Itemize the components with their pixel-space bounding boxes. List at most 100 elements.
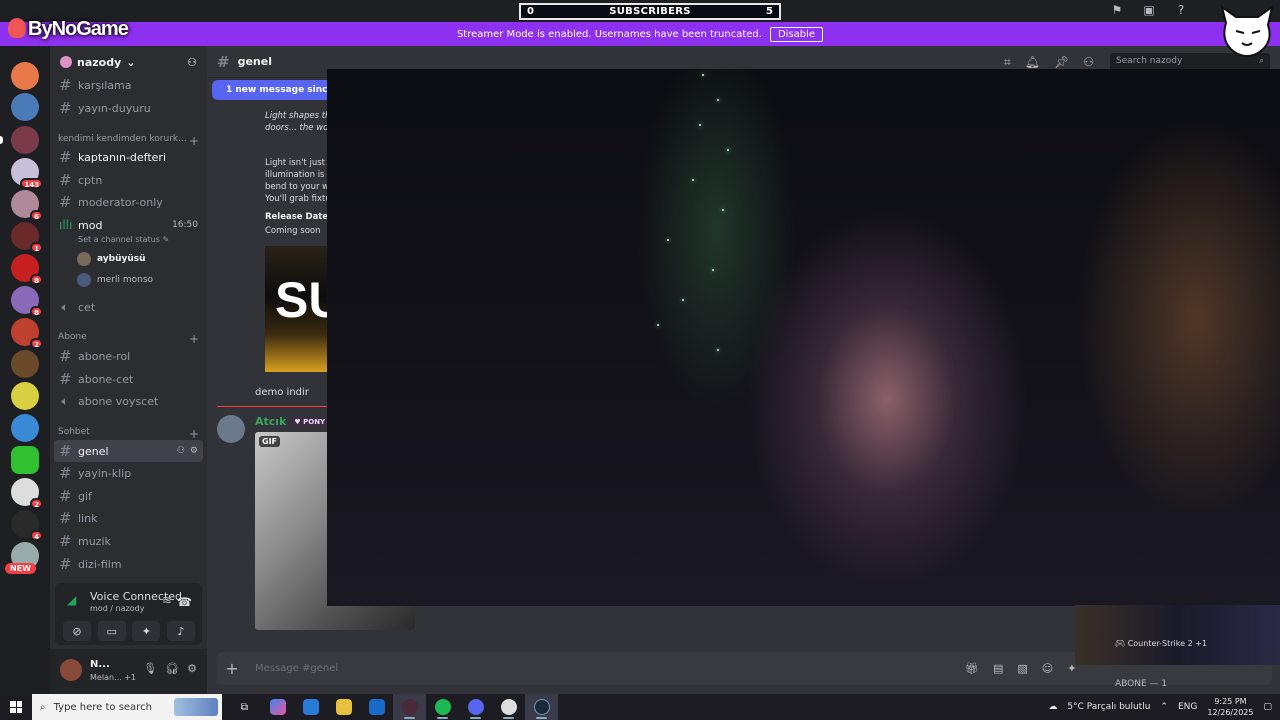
noise-suppression-icon[interactable]: ≋ [162,593,172,607]
embed-text: Light shapes th [265,111,327,121]
channel-muzik[interactable]: # muzik [54,530,203,552]
clock[interactable]: 9:25 PM 12/26/2025 [1207,696,1253,718]
category-abone[interactable]: Abone + [58,332,203,346]
channel-abone-rol[interactable]: # abone-rol [54,345,203,367]
chrome-button[interactable] [492,694,525,720]
start-button[interactable] [0,694,32,720]
channel-link[interactable]: # link [54,507,203,529]
channel-gif[interactable]: # gif [54,485,203,507]
server-icon[interactable]: 143 [11,158,43,189]
channel-yayin-klip[interactable]: # yayin-klip [54,462,203,484]
server-icon[interactable] [11,414,39,442]
add-member-icon[interactable]: ⚇ [187,56,197,69]
discord-icon [467,699,484,715]
invite-icon[interactable]: ⚇ [177,446,185,456]
weather-icon[interactable]: ☁ [1048,702,1057,712]
task-view-button[interactable]: ⧉ [228,694,261,720]
voice-user[interactable]: aybüyüsü [77,252,146,266]
file-explorer-button[interactable] [327,694,360,720]
language-indicator[interactable]: ENG [1178,702,1197,712]
channel-cptn[interactable]: # cptn [54,169,203,191]
pin-icon[interactable]: 📌︎ [1054,55,1069,70]
gear-icon[interactable]: ⚙ [187,662,197,675]
notification-icon[interactable]: ▢ [1263,702,1272,712]
server-icon[interactable] [11,350,39,378]
microphone-icon[interactable]: 🎙︎ [143,662,157,675]
voice-channel-abone-voyscet[interactable]: 🔈︎ abone voyscet [54,390,203,412]
system-tray: ☁ 5°C Parçalı bulutlu ⌃ ENG 9:25 PM 12/26… [1048,694,1280,720]
outlook-button[interactable] [360,694,393,720]
gear-icon[interactable]: ⚙ [190,446,198,456]
screen-share-icon[interactable]: ▭ [97,621,126,641]
user-panel: N... Melan... +1 🎙︎ 🎧︎ ⚙ [50,649,207,694]
message-author[interactable]: Atcık ♥ PONY [255,415,329,428]
discord-button[interactable] [459,694,492,720]
signal-icon[interactable]: ◢ [67,593,76,607]
avatar[interactable] [60,659,82,681]
members-icon[interactable]: ⚇ [1083,55,1094,70]
server-icon[interactable]: 2 [11,318,43,349]
sticker-icon[interactable]: ▧ [1017,662,1027,675]
headphones-icon[interactable]: 🎧︎ [165,662,179,675]
tree-light [727,149,729,151]
server-icon[interactable] [11,62,39,90]
chevron-up-icon[interactable]: ⌃ [1160,702,1168,712]
camera-off-icon[interactable]: ⊘ [63,621,91,641]
channel-status[interactable]: Set a channel status ✎ [78,235,169,244]
flag-icon[interactable]: ⚑ [1110,3,1124,17]
tree-light [699,124,701,126]
category-sohbet[interactable]: Sohbet + [58,427,203,441]
activities-icon[interactable]: ✦ [132,621,161,641]
disconnect-icon[interactable]: ☎ [177,595,192,609]
copilot-button[interactable] [261,694,294,720]
server-icon[interactable] [11,93,39,121]
plus-icon[interactable]: + [189,427,199,441]
server-icon[interactable]: 8 [11,254,43,285]
help-icon[interactable]: ? [1174,3,1188,17]
voice-channel-cet[interactable]: 🔈︎ cet [54,296,203,318]
new-messages-bar[interactable]: 1 new message since 9:24 [212,80,330,100]
taskbar-search[interactable]: ⌕ Type here to search [32,694,222,720]
stream-preview-strip[interactable]: 🎮︎ Counter-Strike 2 +1 [1075,605,1280,665]
gif-picker-icon[interactable]: ▤ [993,662,1003,675]
threads-icon[interactable]: ⌗ [1004,55,1011,70]
server-icon[interactable]: 6 [11,190,43,221]
user-name[interactable]: N... [90,659,110,670]
server-icon[interactable] [11,126,39,154]
new-servers-badge[interactable]: NEW [5,563,36,574]
channel-yayin-duyuru[interactable]: # yayın-duyuru [54,97,203,119]
kick-server-icon[interactable] [11,446,39,474]
server-icon[interactable]: 4 [11,510,43,541]
channel-dizi-film[interactable]: # dizi-film [54,553,203,575]
avatar[interactable] [217,415,245,443]
server-icon[interactable]: 1 [11,222,43,253]
embed-field-label: Release Date [265,212,327,222]
voice-user[interactable]: merli monso [77,273,153,287]
bell-icon[interactable]: 🔔︎ [1025,55,1040,70]
obs-button[interactable] [393,694,426,720]
plus-icon[interactable]: + [189,332,199,346]
add-attachment-icon[interactable]: + [217,659,247,678]
soundboard-icon[interactable]: ♪ [166,621,195,641]
channel-kaptanin-defteri[interactable]: # kaptanın-defteri [54,146,203,168]
emoji-icon[interactable]: ☺ [1042,662,1053,675]
voice-location[interactable]: mod / nazody [90,604,144,613]
voice-channel-mod[interactable]: ıllı mod 16:50 [54,214,203,236]
server-icon[interactable]: 2 [11,478,43,509]
message-input[interactable]: Message #genel [255,663,338,674]
channel-moderator-only[interactable]: # moderator-only [54,191,203,213]
channel-genel[interactable]: # genel ⚇ ⚙ [54,440,203,462]
monitor-icon[interactable]: ▣ [1142,3,1156,17]
steam-button[interactable] [525,694,558,720]
channel-title: genel [237,55,272,68]
spotify-button[interactable] [426,694,459,720]
weather-text[interactable]: 5°C Parçalı bulutlu [1067,702,1150,712]
disable-streamer-mode-button[interactable]: Disable [769,26,824,42]
server-icon[interactable]: 8 [11,286,43,317]
gift-icon[interactable]: 🎁︎ [965,662,979,675]
channel-karsilama[interactable]: # karşılama [54,74,203,96]
server-icon[interactable] [11,382,39,410]
store-button[interactable] [294,694,327,720]
channel-abone-cet[interactable]: # abone-cet [54,368,203,390]
embed-image[interactable]: SU [265,246,327,372]
